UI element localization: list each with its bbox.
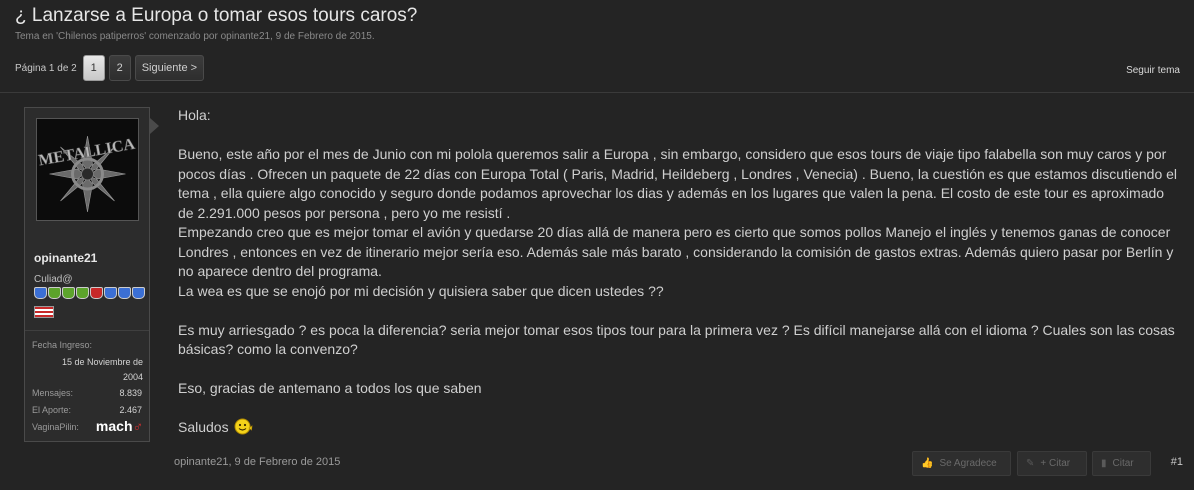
vagina-value: mach♂: [96, 418, 143, 434]
avatar[interactable]: METALLICA: [36, 118, 139, 221]
thumbs-up-icon: 👍: [921, 458, 934, 469]
speech-bubble-icon: ▮: [1101, 458, 1107, 469]
card-divider: [25, 330, 149, 331]
thread-meta: Tema en 'Chilenos patiperros' comenzado …: [15, 31, 375, 42]
reply-label: Citar: [1112, 458, 1134, 469]
flag-icon: [34, 306, 54, 318]
post-paragraph-1: Bueno, este año por el mes de Junio con …: [178, 146, 1178, 221]
post-paragraph-4: Es muy arriesgado ? es poca la diferenci…: [178, 321, 1175, 358]
header-divider: [0, 92, 1194, 93]
badge-icon: [118, 287, 131, 299]
badge-icon: [34, 287, 47, 299]
badge-icon: [132, 287, 145, 299]
badge-icon: [104, 287, 117, 299]
messages-label: Mensajes:: [32, 388, 74, 398]
page-1-button[interactable]: 1: [82, 55, 105, 81]
user-card: METALLICA opinante21 Culiad@ Fecha Ingre…: [24, 107, 150, 442]
next-page-button[interactable]: Siguiente >: [134, 55, 205, 81]
page-label: Página 1 de 2: [15, 62, 77, 74]
vagina-label: VaginaPilin:: [32, 422, 79, 432]
pencil-icon: ✎: [1026, 458, 1035, 469]
badge-icon: [90, 287, 103, 299]
page-2-button[interactable]: 2: [108, 55, 131, 81]
aporte-value: 2.467: [119, 405, 142, 415]
post-paragraph-2: Empezando creo que es mejor tomar el avi…: [178, 224, 1174, 279]
badge-icon: [48, 287, 61, 299]
post-closing: Saludos: [178, 418, 1178, 438]
vagina-value-text: mach: [95, 418, 133, 434]
post-footer-meta[interactable]: opinante21, 9 de Febrero de 2015: [174, 456, 340, 468]
post-paragraph-3: La wea es que se enojó por mi decisión y…: [178, 282, 664, 299]
reply-button[interactable]: ▮ Citar: [1092, 451, 1151, 476]
badge-icon: [62, 287, 75, 299]
user-badges: [34, 287, 146, 299]
like-label: Se Agradece: [939, 458, 997, 469]
user-title: Culiad@: [34, 274, 73, 285]
post-greeting: Hola:: [178, 107, 211, 123]
post-message: Hola: Bueno, este año por el mes de Juni…: [178, 106, 1178, 438]
post-paragraph-5: Eso, gracias de antemano a todos los que…: [178, 380, 482, 396]
thread-title: ¿ Lanzarse a Europa o tomar esos tours c…: [15, 5, 418, 26]
joined-value: 15 de Noviembre de 2004: [61, 357, 143, 382]
multiquote-label: + Citar: [1040, 458, 1071, 469]
post-closing-text: Saludos: [178, 419, 229, 435]
thread-page: ¿ Lanzarse a Europa o tomar esos tours c…: [0, 0, 1194, 490]
multiquote-button[interactable]: ✎ + Citar: [1017, 451, 1087, 476]
male-symbol-icon: ♂: [132, 418, 144, 434]
post-number[interactable]: #1: [1171, 456, 1183, 468]
like-button[interactable]: 👍 Se Agradece: [912, 451, 1011, 476]
aporte-label: El Aporte:: [32, 405, 72, 415]
messages-value[interactable]: 8.839: [119, 388, 142, 398]
smiley-icon: [234, 418, 253, 435]
page-navigation: Página 1 de 2 1 2 Siguiente >: [15, 55, 208, 81]
username[interactable]: opinante21: [34, 251, 97, 265]
user-card-arrow: [150, 118, 159, 134]
follow-thread-link[interactable]: Seguir tema: [1126, 65, 1180, 76]
badge-icon: [76, 287, 89, 299]
metallica-logo-icon: METALLICA: [37, 119, 138, 220]
joined-label: Fecha Ingreso:: [32, 340, 93, 350]
